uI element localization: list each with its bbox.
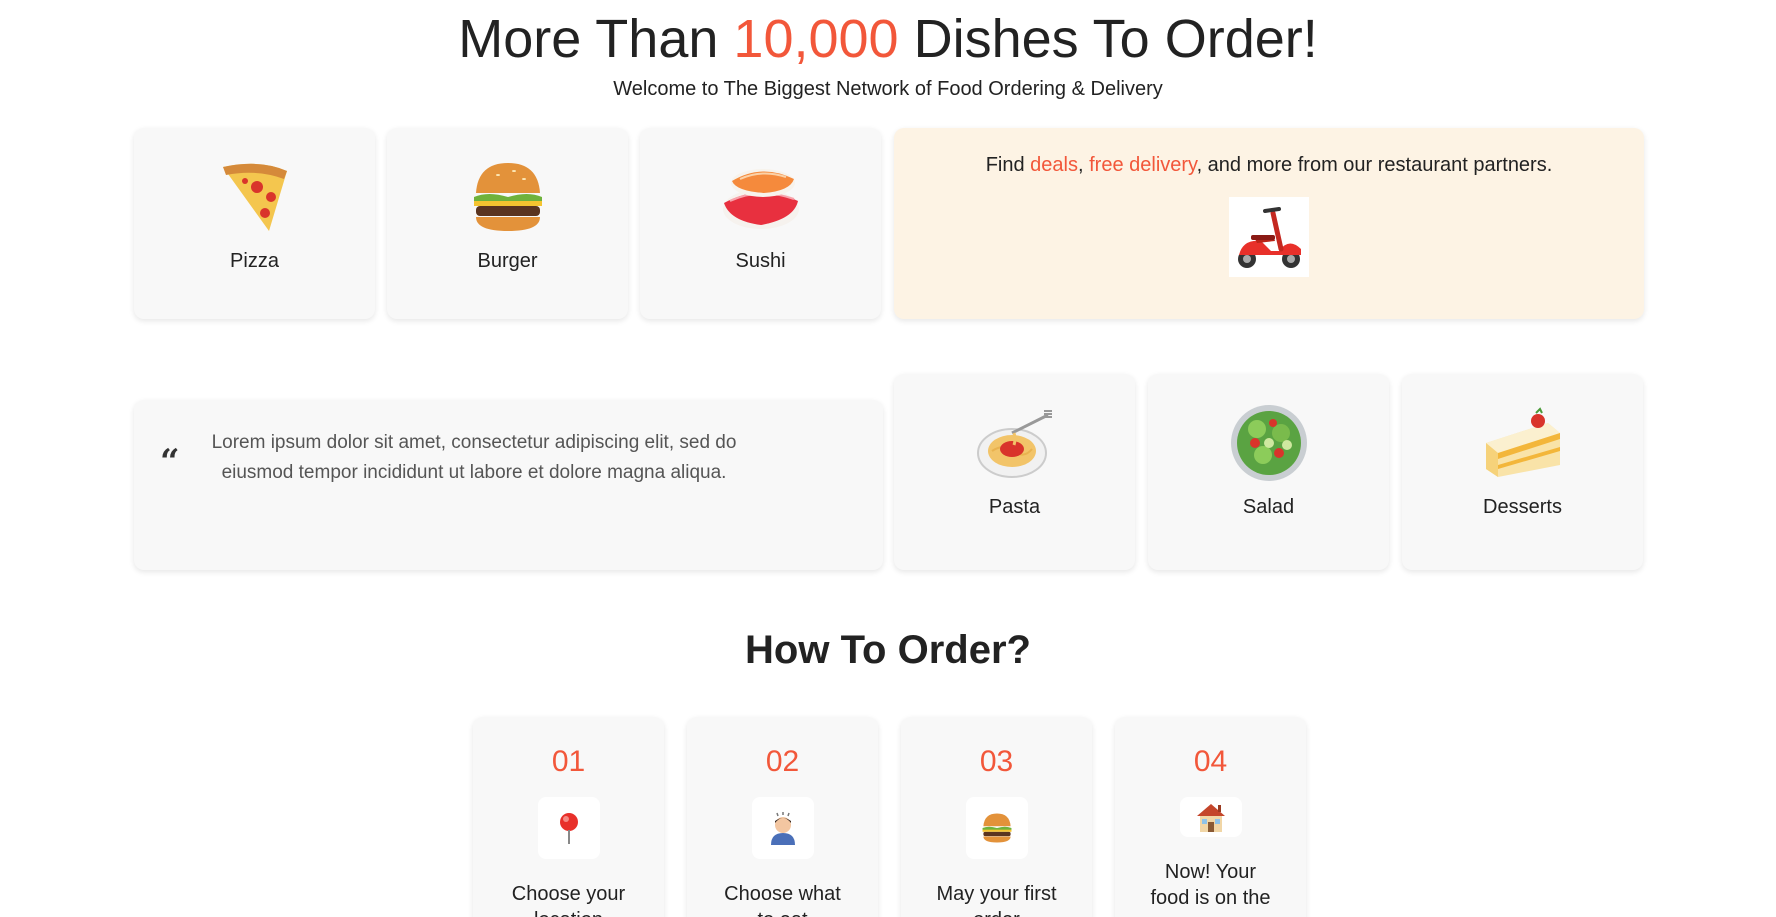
promo-text: Find deals, free delivery, and more from… [986,154,1553,177]
step-text: Choose what to eat [724,883,841,917]
step-number: 01 [551,745,586,778]
step-number: 02 [765,745,800,778]
step-card-4: 04 Now! Your food is on the way [1115,717,1306,917]
burger-icon [965,797,1028,859]
testimonial-card: “ Lorem ipsum dolor sit amet, consectetu… [134,400,883,570]
category-label: Sushi [735,250,786,272]
category-label: Desserts [1483,496,1562,518]
free-delivery-link[interactable]: free delivery [1089,154,1196,176]
category-label: Salad [1242,496,1295,518]
step-text: Choose your location [511,883,626,917]
burger-icon [465,154,551,240]
sushi-icon [718,154,804,240]
hero-title-end: Dishes To Order! [898,9,1318,69]
promo-text-part: , [1077,154,1090,176]
salad-icon [1226,400,1312,486]
category-label: Burger [477,250,538,272]
thinking-person-icon [751,797,814,859]
step-text: May your first order [936,883,1057,917]
promo-text-part: , and more from our restaurant partners. [1196,154,1553,176]
category-card-pasta[interactable]: Pasta [894,374,1135,570]
hero-title-start: More Than [458,9,734,69]
step-card-2: 02 Choose what to eat [687,717,878,917]
category-card-sushi[interactable]: Sushi [640,128,881,319]
hero-subtitle: Welcome to The Biggest Network of Food O… [613,78,1163,100]
house-icon [1179,797,1242,837]
step-number: 04 [1193,745,1228,778]
quote-mark-icon: “ [160,442,180,482]
scooter-icon [1229,197,1309,277]
promo-text-part: Find [985,154,1031,176]
how-to-order-title: How To Order? [745,628,1031,672]
page: More Than 10,000 Dishes To Order! Welcom… [0,0,1776,917]
deals-link[interactable]: deals [1030,154,1078,176]
category-card-desserts[interactable]: Desserts [1402,374,1643,570]
testimonial-text: Lorem ipsum dolor sit amet, consectetur … [211,432,737,483]
category-card-burger[interactable]: Burger [387,128,628,319]
hero-title-accent: 10,000 [733,9,899,69]
step-card-1: 01 Choose your location [473,717,664,917]
pasta-icon [972,400,1058,486]
category-card-salad[interactable]: Salad [1148,374,1389,570]
promo-card: Find deals, free delivery, and more from… [894,128,1644,319]
hero-title: More Than 10,000 Dishes To Order! [0,8,1776,70]
step-text: Now! Your food is on the way [1150,861,1271,917]
cake-icon [1480,400,1566,486]
pizza-icon [212,154,298,240]
step-card-3: 03 May your first order [901,717,1092,917]
category-label: Pasta [988,496,1041,518]
category-card-pizza[interactable]: Pizza [134,128,375,319]
location-pin-icon [537,797,600,859]
step-number: 03 [979,745,1014,778]
category-label: Pizza [230,250,279,272]
